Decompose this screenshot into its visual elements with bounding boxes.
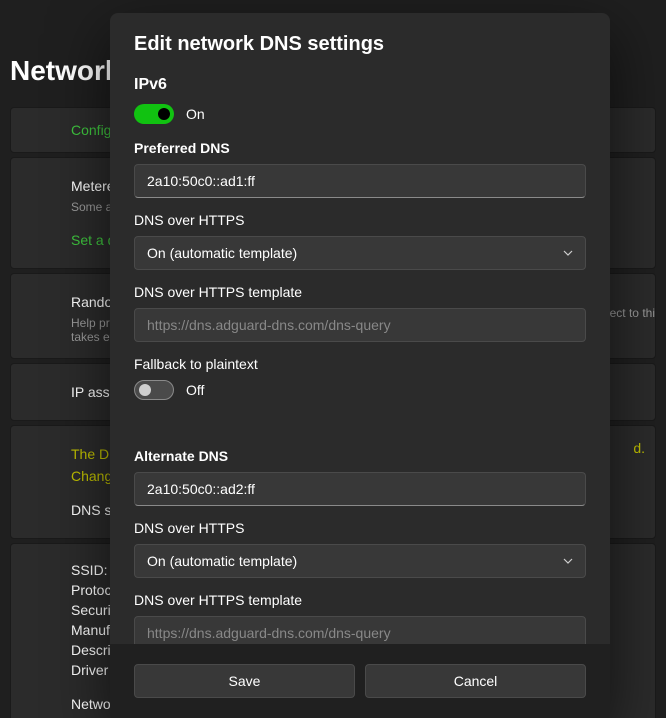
ipv6-toggle-row: On xyxy=(134,104,586,124)
preferred-doh-select[interactable]: On (automatic template) xyxy=(134,236,586,270)
dns-warn-right: d. xyxy=(633,440,645,456)
preferred-template-label: DNS over HTTPS template xyxy=(134,284,586,300)
preferred-doh-value: On (automatic template) xyxy=(147,245,297,261)
alternate-doh-label: DNS over HTTPS xyxy=(134,520,586,536)
modal-footer: Save Cancel xyxy=(110,644,610,718)
set-data-limit-link[interactable]: Set a d xyxy=(71,232,115,248)
ipv6-heading: IPv6 xyxy=(134,76,586,94)
save-button[interactable]: Save xyxy=(134,664,355,698)
preferred-template-input xyxy=(134,308,586,342)
ipv6-toggle-state: On xyxy=(186,106,205,122)
alternate-doh-select[interactable]: On (automatic template) xyxy=(134,544,586,578)
dns-settings-modal: Edit network DNS settings IPv6 On Prefer… xyxy=(110,13,610,718)
chevron-down-icon xyxy=(563,556,573,566)
alternate-doh-value: On (automatic template) xyxy=(147,553,297,569)
ipv6-toggle[interactable] xyxy=(134,104,174,124)
preferred-doh-label: DNS over HTTPS xyxy=(134,212,586,228)
alternate-template-input xyxy=(134,616,586,644)
alternate-dns-input[interactable] xyxy=(134,472,586,506)
fallback-label: Fallback to plaintext xyxy=(134,356,586,372)
chevron-down-icon xyxy=(563,248,573,258)
fallback-toggle-row: Off xyxy=(134,380,586,400)
alternate-dns-label: Alternate DNS xyxy=(134,448,586,464)
modal-body[interactable]: Edit network DNS settings IPv6 On Prefer… xyxy=(110,13,610,644)
configure-link[interactable]: Config xyxy=(71,122,111,138)
fallback-toggle-state: Off xyxy=(186,382,204,398)
modal-title: Edit network DNS settings xyxy=(134,33,586,56)
alternate-template-label: DNS over HTTPS template xyxy=(134,592,586,608)
fallback-toggle[interactable] xyxy=(134,380,174,400)
preferred-dns-input[interactable] xyxy=(134,164,586,198)
cancel-button[interactable]: Cancel xyxy=(365,664,586,698)
preferred-dns-label: Preferred DNS xyxy=(134,140,586,156)
